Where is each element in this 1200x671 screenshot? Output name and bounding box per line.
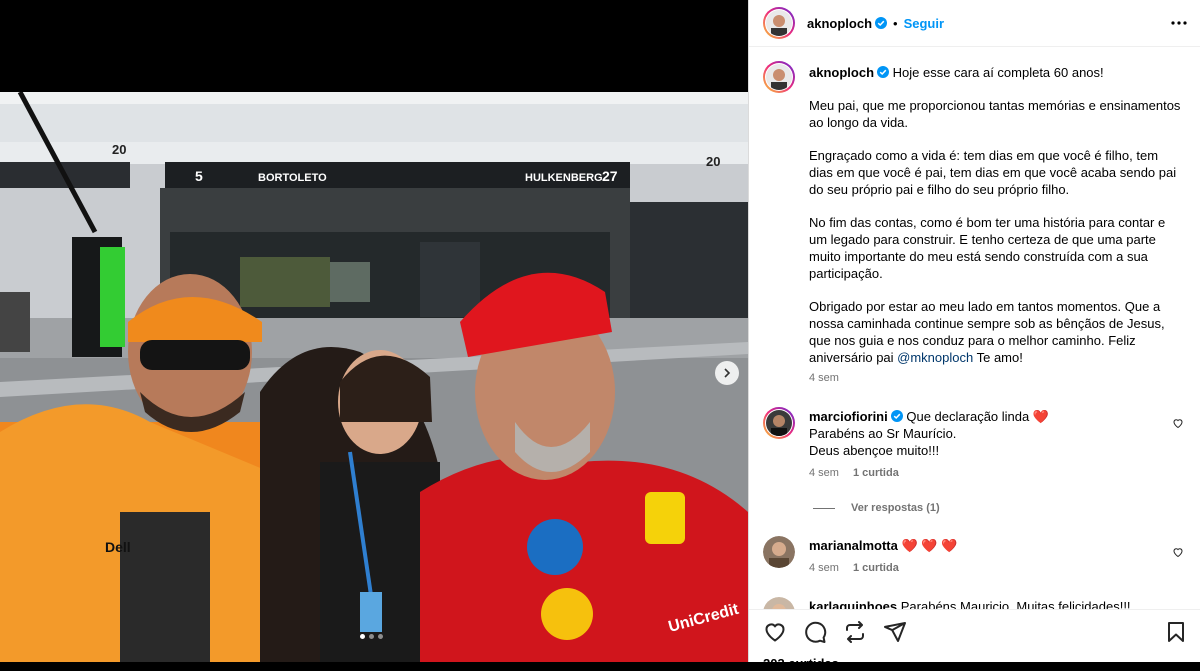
banner-driver-right: HULKENBERG [525, 172, 603, 184]
comment-item: marciofiorini Que declaração linda ❤️ Pa… [763, 407, 1184, 482]
comment-text-line-2: Parabéns ao Sr Maurício. [809, 426, 957, 441]
more-icon[interactable] [1170, 14, 1188, 32]
comment-text-line-1: Que declaração linda ❤️ [906, 409, 1050, 424]
carousel-next-button[interactable] [715, 361, 739, 385]
comment-time[interactable]: 4 sem [809, 562, 839, 574]
post-panel: aknoploch • Seguir aknoploch Hoje esse c… [748, 0, 1200, 671]
carousel-dot-3 [378, 634, 383, 639]
author-avatar[interactable] [763, 7, 795, 39]
verified-icon [875, 17, 888, 29]
follow-button[interactable]: Seguir [904, 16, 944, 31]
verified-icon [890, 410, 903, 422]
carousel-dots [360, 634, 383, 639]
header-separator: • [893, 15, 898, 31]
post-photo[interactable]: 5 BORTOLETO HULKENBERG 27 20 20 UniCredi… [0, 92, 748, 662]
garage-number-left: 20 [112, 142, 126, 157]
carousel-dot-2 [369, 634, 374, 639]
comment-avatar[interactable] [763, 536, 795, 568]
caption-paragraph-3: Engraçado como a vida é: tem dias em que… [809, 148, 1177, 197]
comment-username[interactable]: marciofiorini [809, 409, 888, 424]
post-actions: 203 curtidas [749, 609, 1200, 671]
share-icon[interactable] [883, 620, 907, 644]
banner-number-right: 27 [602, 168, 618, 184]
like-heart-icon[interactable] [763, 620, 787, 644]
comment-item: marianalmotta ❤️ ❤️ ❤️ 4 sem 1 curtida [763, 536, 1184, 577]
garage-number-right: 20 [706, 154, 720, 169]
post-media: 5 BORTOLETO HULKENBERG 27 20 20 UniCredi… [0, 0, 748, 662]
repost-icon[interactable] [843, 620, 867, 644]
caption-username[interactable]: aknoploch [809, 65, 874, 80]
author-username[interactable]: aknoploch [807, 16, 872, 31]
caption-mention[interactable]: @mknoploch [897, 350, 973, 365]
likes-count[interactable]: 203 curtidas [763, 656, 839, 671]
comment-text-line-3: Deus abençoe muito!!! [809, 443, 940, 458]
comments-list[interactable]: aknoploch Hoje esse cara aí completa 60 … [749, 47, 1200, 610]
comment-likes[interactable]: 1 curtida [853, 562, 899, 574]
comment-text-line-1: ❤️ ❤️ ❤️ [901, 538, 958, 553]
banner-driver-left: BORTOLETO [258, 172, 327, 184]
carousel-dot-1 [360, 634, 365, 639]
view-replies-button[interactable]: Ver respostas (1) [813, 502, 1184, 514]
caption-paragraph-5-end: Te amo! [973, 350, 1023, 365]
comment-likes[interactable]: 1 curtida [853, 467, 899, 479]
view-replies-label: Ver respostas (1) [851, 502, 940, 514]
comment-time[interactable]: 4 sem [809, 467, 839, 479]
sponsor-dell: Dell [105, 539, 131, 555]
save-icon[interactable] [1164, 620, 1188, 644]
photo-illustration: 5 BORTOLETO HULKENBERG 27 20 20 UniCredi… [0, 92, 748, 662]
comment-username[interactable]: marianalmotta [809, 538, 898, 553]
comment-icon[interactable] [803, 620, 827, 644]
heart-icon[interactable] [1172, 417, 1184, 429]
caption-paragraph-4: No fim das contas, como é bom ter uma hi… [809, 215, 1166, 281]
post-header: aknoploch • Seguir [749, 0, 1200, 47]
banner-number-left: 5 [195, 168, 203, 184]
caption-avatar[interactable] [763, 61, 795, 93]
caption-paragraph-2: Meu pai, que me proporcionou tantas memó… [809, 98, 1181, 130]
heart-icon[interactable] [1172, 546, 1184, 558]
post-caption: aknoploch Hoje esse cara aí completa 60 … [763, 61, 1184, 387]
chevron-right-icon [724, 368, 731, 378]
caption-paragraph-1: Hoje esse cara aí completa 60 anos! [892, 65, 1104, 80]
comment-avatar[interactable] [763, 407, 795, 439]
caption-time[interactable]: 4 sem [809, 372, 839, 384]
verified-icon [877, 66, 890, 78]
